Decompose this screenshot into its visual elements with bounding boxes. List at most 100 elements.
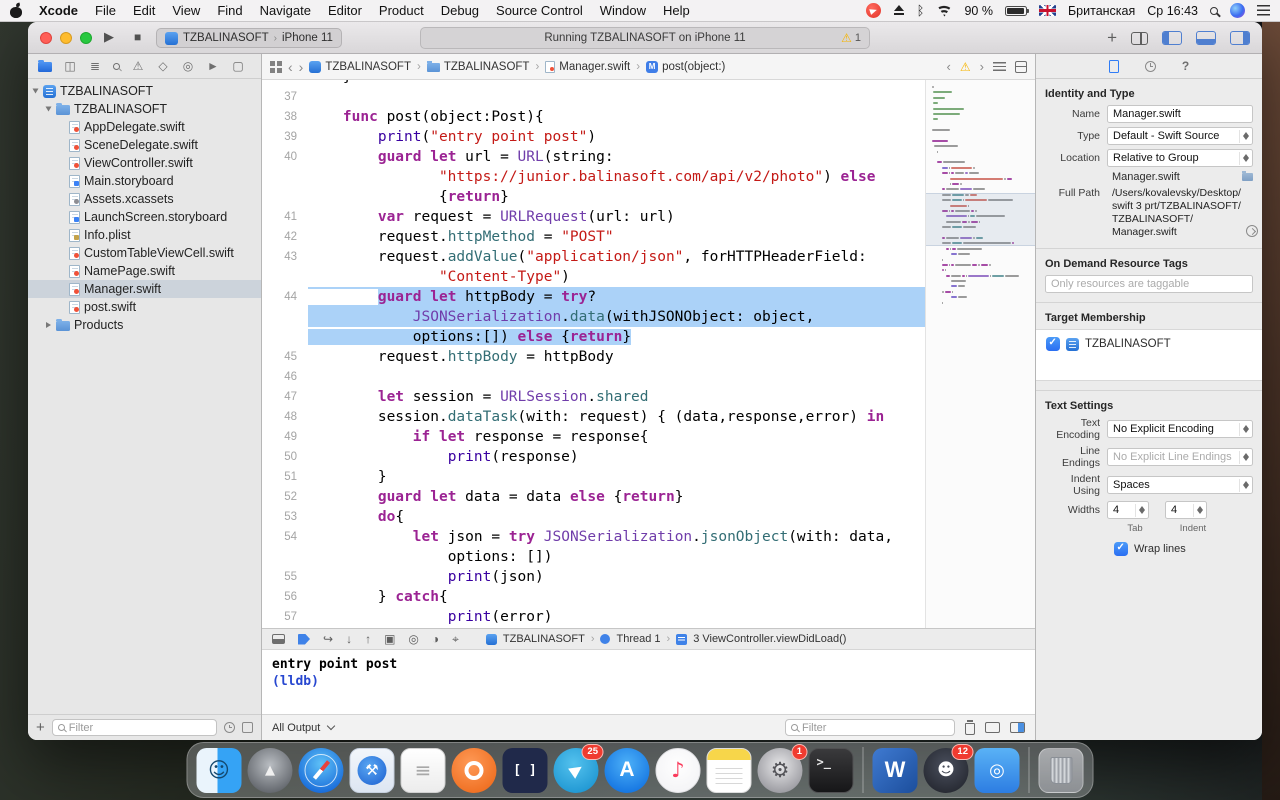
menu-file[interactable]: File [95, 3, 116, 18]
go-back-button[interactable]: ‹ [288, 60, 293, 74]
breadcrumb-item-post(object:)[interactable]: post(object:) [646, 60, 725, 73]
disclosure-triangle[interactable] [32, 88, 39, 94]
code-line-53[interactable]: 53 do{ [262, 507, 925, 527]
menu-source-control[interactable]: Source Control [496, 3, 583, 18]
code-line-43[interactable]: 43 request.addValue("application/json", … [262, 247, 925, 267]
debug-console[interactable]: entry point post (lldb) [262, 650, 1035, 714]
text-encoding-dropdown[interactable]: No Explicit Encoding [1107, 420, 1253, 438]
navigator-filter-input[interactable]: Filter [51, 719, 217, 736]
dock-xcode-icon[interactable] [349, 747, 395, 793]
bluetooth-icon[interactable] [917, 3, 925, 18]
file-row-LaunchScreen.storyboard[interactable]: LaunchScreen.storyboard [28, 208, 261, 226]
tab-width-stepper[interactable]: 4 [1107, 501, 1149, 519]
dock-brackets-icon[interactable] [502, 747, 548, 793]
zoom-window-button[interactable] [80, 32, 92, 44]
next-issue-button[interactable]: › [980, 59, 984, 74]
dock-discord-icon[interactable]: 12 [923, 743, 974, 793]
menu-clock[interactable]: Ср 16:43 [1147, 4, 1198, 18]
type-dropdown[interactable]: Default - Swift Source [1107, 127, 1253, 145]
indent-width-stepper[interactable]: 4 [1165, 501, 1207, 519]
history-inspector-tab[interactable] [1144, 60, 1156, 72]
file-row-Products[interactable]: Products [28, 316, 261, 334]
recent-files-filter-icon[interactable] [224, 722, 235, 733]
code-line-wrap[interactable]: options: []) [262, 547, 925, 567]
breadcrumb-item-TZBALINASOFT[interactable]: TZBALINASOFT [309, 60, 411, 73]
code-line-46[interactable]: 46 [262, 367, 925, 387]
menu-view[interactable]: View [172, 3, 200, 18]
scheme-selector[interactable]: TZBALINASOFT › iPhone 11 [156, 28, 342, 48]
go-forward-button[interactable]: › [299, 60, 304, 74]
menu-debug[interactable]: Debug [441, 3, 479, 18]
code-line-54[interactable]: 54 let json = try JSONSerialization.json… [262, 527, 925, 547]
open-path-arrow-icon[interactable] [1245, 225, 1258, 237]
siri-icon[interactable] [1230, 3, 1245, 18]
editor-options-icon[interactable] [1015, 60, 1027, 73]
file-row-Info.plist[interactable]: Info.plist [28, 226, 261, 244]
related-items-icon[interactable] [270, 60, 282, 73]
step-into-icon[interactable]: ↓ [346, 633, 352, 645]
dock-textedit-icon[interactable] [400, 747, 446, 793]
breadcrumb-item-TZBALINASOFT[interactable]: TZBALINASOFT [426, 61, 529, 73]
source-control-filter-icon[interactable] [242, 722, 253, 733]
code-line-55[interactable]: 55 print(json) [262, 567, 925, 587]
indent-using-dropdown[interactable]: Spaces [1107, 476, 1253, 494]
notification-center-icon[interactable] [1257, 5, 1270, 16]
minimize-window-button[interactable] [60, 32, 72, 44]
menu-window[interactable]: Window [600, 3, 646, 18]
source-control-navigator-icon[interactable]: ◫ [63, 60, 77, 72]
code-line-50[interactable]: 50 print(response) [262, 447, 925, 467]
simulate-location-icon[interactable]: ⌖ [452, 633, 459, 645]
code-line-wrap[interactable]: "Content-Type") [262, 267, 925, 287]
input-language-label[interactable]: Британская [1068, 4, 1135, 18]
file-row-TZBALINASOFT[interactable]: TZBALINASOFT [28, 100, 261, 118]
file-row-ViewController.swift[interactable]: ViewController.swift [28, 154, 261, 172]
quick-help-inspector-tab[interactable] [1182, 59, 1189, 73]
code-line-wrap[interactable]: options:[]) else {return} [262, 327, 925, 347]
code-line-52[interactable]: 52 guard let data = data else {return} [262, 487, 925, 507]
warning-counter[interactable]: ⚠ 1 [841, 31, 861, 45]
dock-music-icon[interactable] [655, 747, 701, 793]
breakpoint-navigator-icon[interactable]: ► [206, 60, 220, 72]
code-line-45[interactable]: 45 request.httpBody = httpBody [262, 347, 925, 367]
process-name[interactable]: TZBALINASOFT [503, 633, 585, 645]
code-line-48[interactable]: 48 session.dataTask(with: request) { (da… [262, 407, 925, 427]
add-file-button[interactable] [36, 719, 45, 737]
dock-terminal-icon[interactable] [808, 747, 854, 793]
code-line-wrap[interactable]: "https://junior.balinasoft.com/api/v2/ph… [262, 167, 925, 187]
report-navigator-icon[interactable]: ▢ [231, 60, 245, 72]
toggle-inspector-button[interactable] [1230, 31, 1250, 45]
wifi-icon[interactable] [936, 4, 953, 17]
issue-navigator-icon[interactable]: ⚠ [131, 60, 145, 72]
run-button[interactable]: ▶ [104, 29, 114, 45]
stack-frame-label[interactable]: 3 ViewController.viewDidLoad() [693, 633, 846, 645]
dock-safari-icon[interactable] [298, 747, 344, 793]
test-navigator-icon[interactable]: ◇ [156, 60, 170, 72]
wrap-lines-checkbox[interactable] [1114, 542, 1128, 556]
clear-console-icon[interactable] [965, 720, 975, 735]
code-line-39[interactable]: 39 print("entry point post") [262, 127, 925, 147]
code-line-47[interactable]: 47 let session = URLSession.shared [262, 387, 925, 407]
dock-word-icon[interactable] [872, 747, 918, 793]
menu-xcode[interactable]: Xcode [39, 3, 78, 18]
disclosure-triangle[interactable] [46, 322, 51, 328]
minimap[interactable] [925, 80, 1035, 628]
dock-telegram-icon[interactable]: 25 [553, 743, 604, 793]
dock-appcode-icon[interactable] [974, 747, 1020, 793]
code-line-37[interactable]: 37 [262, 87, 925, 107]
checked-checkbox[interactable] [1046, 337, 1060, 351]
file-row-TZBALINASOFT[interactable]: TZBALINASOFT [28, 82, 261, 100]
code-line-57[interactable]: 57 print(error) [262, 607, 925, 627]
code-line-38[interactable]: 38 func post(object:Post){ [262, 107, 925, 127]
code-line-56[interactable]: 56 } catch{ [262, 587, 925, 607]
file-row-post.swift[interactable]: post.swift [28, 298, 261, 316]
disclosure-triangle[interactable] [45, 106, 52, 112]
library-add-button[interactable] [1107, 28, 1117, 48]
add-editor-button[interactable] [1131, 31, 1148, 45]
eject-icon[interactable] [893, 5, 905, 16]
breadcrumb-item-Manager.swift[interactable]: Manager.swift [545, 60, 630, 73]
breakpoints-toggle-icon[interactable] [298, 633, 310, 645]
odr-tags-field[interactable]: Only resources are taggable [1045, 275, 1253, 293]
code-review-icon[interactable] [993, 62, 1006, 71]
dock-postman-icon[interactable] [451, 747, 497, 793]
thread-name[interactable]: Thread 1 [616, 633, 660, 645]
